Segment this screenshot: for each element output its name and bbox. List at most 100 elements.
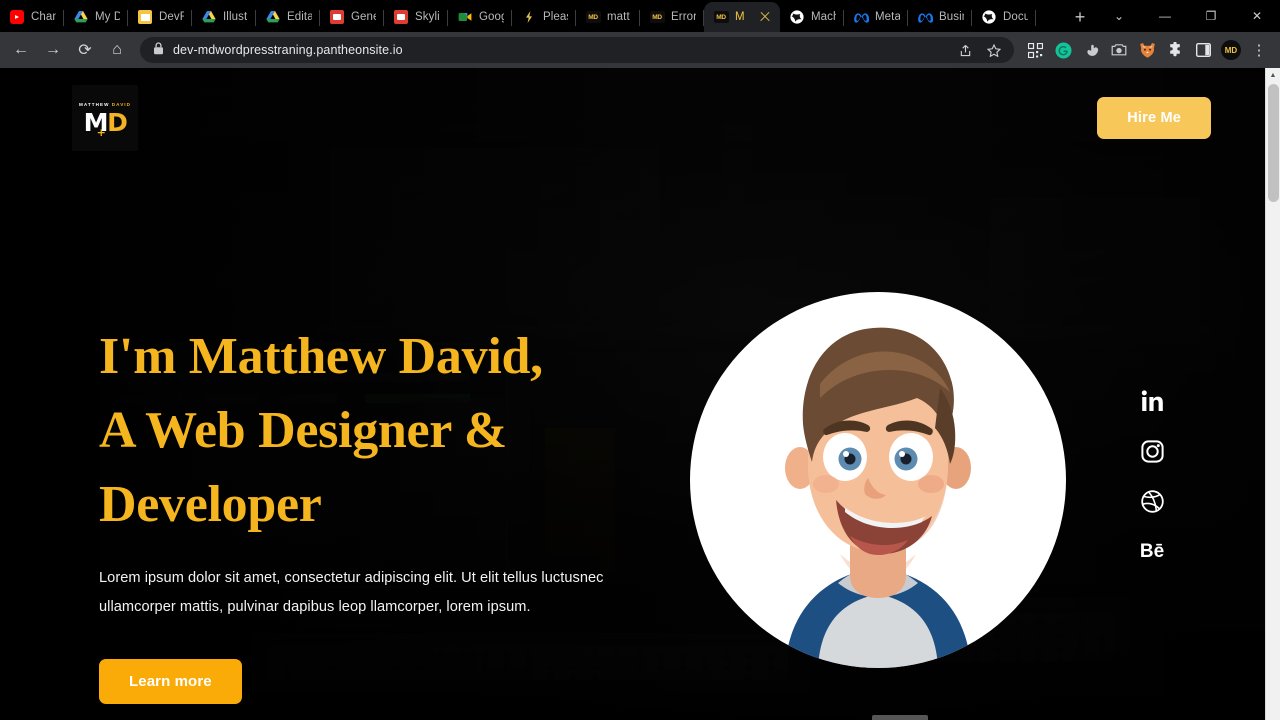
- back-icon[interactable]: ←: [6, 35, 36, 65]
- browser-tab[interactable]: Meta: [844, 2, 908, 32]
- tab-label: My D: [95, 11, 120, 23]
- tab-label: Docu: [1003, 11, 1028, 23]
- hand-cursor-icon[interactable]: [1078, 37, 1104, 63]
- avatar-illustration: [785, 327, 971, 668]
- logo-wordmark: MATTHEW DAVID: [79, 102, 131, 107]
- scrollbar-thumb[interactable]: [1268, 84, 1279, 202]
- window-controls: ⌄ — ❐ ✕: [1096, 0, 1280, 32]
- site-logo[interactable]: MATTHEW DAVID + MD: [72, 85, 138, 151]
- tab-close-icon[interactable]: [758, 10, 772, 24]
- meta-icon: [917, 9, 933, 25]
- share-icon[interactable]: [955, 40, 975, 60]
- drive-icon: [73, 9, 89, 25]
- tab-label: Error: [671, 11, 696, 23]
- profile-avatar[interactable]: MD: [1218, 37, 1244, 63]
- tab-search-icon[interactable]: ⌄: [1096, 0, 1142, 32]
- linkedin-icon[interactable]: [1139, 388, 1165, 414]
- browser-tab[interactable]: MD matt: [576, 2, 640, 32]
- hero-title-line-1: I'm Matthew David,: [99, 328, 543, 385]
- hero-copy: I'm Matthew David, A Web Designer & Deve…: [99, 320, 659, 704]
- avatar: [690, 292, 1066, 668]
- tab-label: M: [735, 11, 745, 23]
- puzzle-icon[interactable]: [1162, 37, 1188, 63]
- grammarly-icon[interactable]: [1050, 37, 1076, 63]
- close-window-button[interactable]: ✕: [1234, 0, 1280, 32]
- logo-monogram-d: D: [107, 107, 128, 137]
- tab-label: matt: [607, 11, 630, 23]
- logo-monogram: + MD: [84, 107, 128, 138]
- maximize-button[interactable]: ❐: [1188, 0, 1234, 32]
- tab-label: Mach: [811, 11, 836, 23]
- meta-icon: [853, 9, 869, 25]
- browser-tab[interactable]: Edita: [256, 2, 320, 32]
- tab-label: Busin: [939, 11, 964, 23]
- slides-icon: [393, 9, 409, 25]
- logo-wordmark-first: MATTHEW: [78, 101, 110, 107]
- bolt-icon: [521, 9, 537, 25]
- reload-icon[interactable]: ⟳: [70, 35, 100, 65]
- side-panel-icon[interactable]: [1190, 37, 1216, 63]
- address-bar[interactable]: dev-mdwordpresstraning.pantheonsite.io: [140, 37, 1014, 63]
- browser-toolbar: ← → ⟳ ⌂ dev-mdwordpresstraning.pantheons…: [0, 32, 1280, 68]
- camera-icon[interactable]: [1106, 37, 1132, 63]
- browser-tab[interactable]: Docu: [972, 2, 1036, 32]
- chrome-menu-icon[interactable]: ⋮: [1246, 37, 1272, 63]
- globe-icon: [789, 9, 805, 25]
- slides-icon: [329, 9, 345, 25]
- browser-tab[interactable]: My D: [64, 2, 128, 32]
- logo-wordmark-second: DAVID: [111, 101, 131, 107]
- drive-icon: [265, 9, 281, 25]
- page-scrollbar[interactable]: ▲: [1265, 68, 1280, 720]
- browser-tab[interactable]: Pleas: [512, 2, 576, 32]
- new-tab-button[interactable]: +: [1066, 3, 1094, 31]
- tab-label: Goog: [479, 11, 504, 23]
- md-icon: MD: [713, 9, 729, 25]
- globe-icon: [981, 9, 997, 25]
- browser-tab-active[interactable]: MD M: [704, 2, 780, 32]
- dribbble-icon[interactable]: [1139, 488, 1165, 514]
- tab-label: DevF: [159, 11, 184, 23]
- fox-icon[interactable]: [1134, 37, 1160, 63]
- browser-tab[interactable]: Mach: [780, 2, 844, 32]
- avatar-circle: [690, 292, 1066, 668]
- tab-label: Chan: [31, 11, 56, 23]
- note-icon: [137, 9, 153, 25]
- browser-tab[interactable]: DevF: [128, 2, 192, 32]
- lock-icon: [153, 42, 164, 58]
- md-icon: MD: [585, 9, 601, 25]
- md-icon: MD: [649, 9, 665, 25]
- page-title: I'm Matthew David, A Web Designer & Deve…: [99, 320, 659, 541]
- tab-label: Gene: [351, 11, 376, 23]
- minimize-button[interactable]: —: [1142, 0, 1188, 32]
- hire-me-button[interactable]: Hire Me: [1097, 97, 1211, 139]
- browser-tab[interactable]: Gene: [320, 2, 384, 32]
- browser-tab[interactable]: Chan: [0, 2, 64, 32]
- website-content: MATTHEW DAVID + MD Hire Me I'm Matthew D…: [0, 68, 1265, 720]
- instagram-icon[interactable]: [1139, 438, 1165, 464]
- browser-tab[interactable]: Goog: [448, 2, 512, 32]
- tab-strip: Chan My D DevF Illust Edita Gene Skylin Goog Ple…: [0, 0, 1280, 32]
- tab-list: Chan My D DevF Illust Edita Gene Skylin Goog Ple…: [0, 0, 1062, 32]
- learn-more-button[interactable]: Learn more: [99, 658, 242, 704]
- hero-title-line-3: Developer: [99, 475, 322, 533]
- browser-tab[interactable]: MD Error: [640, 2, 704, 32]
- browser-tab[interactable]: Skylin: [384, 2, 448, 32]
- bookmark-star-icon[interactable]: [984, 40, 1004, 60]
- browser-tab[interactable]: Illust: [192, 2, 256, 32]
- behance-icon[interactable]: Bē: [1139, 538, 1165, 564]
- scroll-up-arrow-icon[interactable]: ▲: [1266, 68, 1280, 83]
- home-icon[interactable]: ⌂: [102, 35, 132, 65]
- behance-label: Bē: [1139, 540, 1165, 562]
- tab-label: Skylin: [415, 11, 440, 23]
- forward-icon[interactable]: →: [38, 35, 68, 65]
- tab-label: Edita: [287, 11, 312, 23]
- browser-tab[interactable]: Busin: [908, 2, 972, 32]
- address-bar-url: dev-mdwordpresstraning.pantheonsite.io: [173, 43, 403, 57]
- hero-paragraph: Lorem ipsum dolor sit amet, consectetur …: [99, 570, 604, 615]
- site-header: MATTHEW DAVID + MD Hire Me: [0, 68, 1265, 168]
- hero-title-line-2: A Web Designer &: [99, 401, 507, 459]
- qr-code-icon[interactable]: [1022, 37, 1048, 63]
- drive-icon: [201, 9, 217, 25]
- tab-label: Pleas: [543, 11, 568, 23]
- tab-label: Illust: [223, 11, 248, 23]
